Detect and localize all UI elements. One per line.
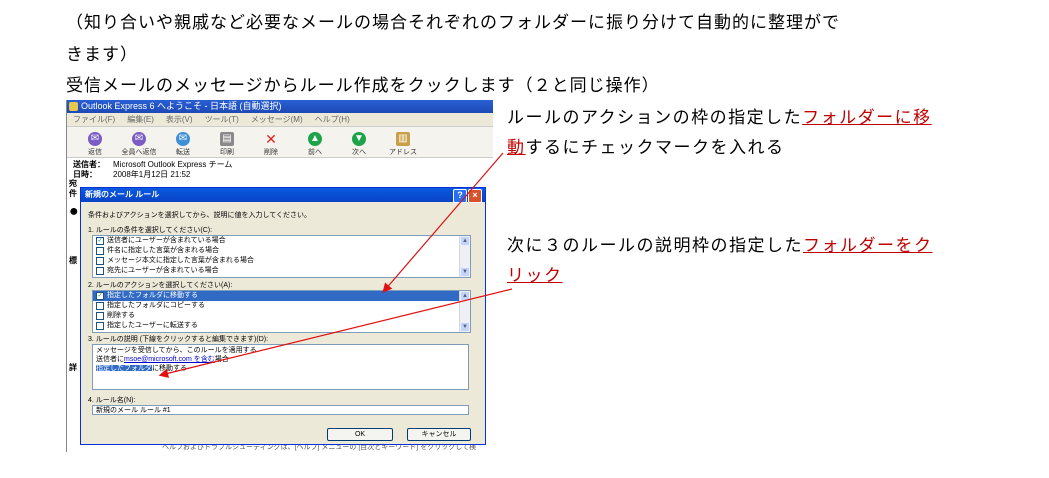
annotation-arrows [158, 152, 513, 378]
arrow-to-folder-link [158, 288, 513, 378]
arrow-to-action [382, 152, 504, 293]
